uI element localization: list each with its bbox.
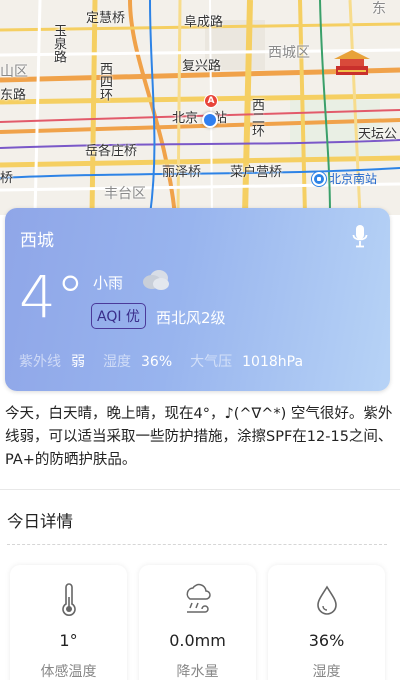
- map-label-dong: 东: [372, 1, 386, 17]
- map-label-tiantan: 天坛公: [358, 127, 398, 142]
- current-location-dot[interactable]: [202, 112, 218, 128]
- gate-icon: [334, 50, 370, 75]
- map-label-dingdu-qiao: 定慧桥: [86, 11, 126, 26]
- map-label-yuquan-lu: 玉泉路: [51, 24, 66, 63]
- uv-value: 弱: [71, 354, 85, 370]
- weather-card[interactable]: 西城 4° 小雨 AQI 优 西北风2级 紫外线弱 湿度 36% 大气压 1018h…: [5, 208, 390, 391]
- precipitation-value: 0.0mm: [169, 631, 226, 650]
- map-station-label: 北京南站: [329, 172, 378, 186]
- weather-stats-row: 紫外线弱 湿度 36% 大气压 1018hPa: [19, 351, 303, 371]
- precipitation-label: 降水量: [176, 664, 219, 680]
- pressure-stat: 大气压 1018hPa: [190, 351, 303, 371]
- cloud-icon: [143, 270, 169, 290]
- map-label-yuegezhuang-qiao: 岳各庄桥: [85, 144, 138, 159]
- humidity-value: 36%: [141, 354, 173, 370]
- pressure-value: 1018hPa: [242, 354, 304, 370]
- map-label-dong-lu: 东路: [0, 88, 27, 103]
- feels-like-label: 体感温度: [40, 664, 97, 680]
- map-view[interactable]: 定慧桥 阜成路 东 玉泉路 西四环 西城区 山区 复兴路 东路 西二环 北京 站…: [0, 0, 400, 215]
- humidity-label: 湿度: [103, 354, 131, 370]
- map-label-shan-qu: 山区: [0, 64, 28, 80]
- map-label-fuxing-lu: 复兴路: [182, 59, 222, 74]
- map-label-lize-qiao: 丽泽桥: [162, 165, 202, 180]
- section-divider: [0, 489, 400, 490]
- pressure-label: 大气压: [190, 354, 233, 370]
- humidity-tile-value: 36%: [308, 631, 345, 650]
- humidity-tile[interactable]: 36% 湿度: [268, 565, 385, 680]
- current-temperature: 4°: [19, 263, 85, 331]
- map-label-xicheng-qu: 西城区: [268, 45, 310, 61]
- location-pin-a[interactable]: A: [204, 94, 218, 108]
- map-label-xierhuan: 西二环: [249, 98, 264, 137]
- details-title: 今日详情: [7, 512, 73, 531]
- details-tiles: 1° 体感温度 0.0mm 降水量 36% 湿度: [10, 565, 390, 680]
- uv-stat: 紫外线弱: [19, 351, 85, 371]
- wind-info: 西北风2级: [156, 309, 226, 327]
- weather-summary: 今天，白天晴，晚上晴，现在4°，♪(^∇^*) 空气很好。紫外线弱，可以适当采取…: [5, 406, 393, 468]
- rain-wind-icon: [186, 583, 211, 613]
- map-label-caihuying-qiao: 菜户营桥: [230, 165, 283, 180]
- map-label-fucheng-lu: 阜成路: [184, 15, 224, 30]
- uv-label: 紫外线: [19, 354, 61, 370]
- precipitation-tile[interactable]: 0.0mm 降水量: [139, 565, 256, 680]
- city-name[interactable]: 西城: [20, 226, 54, 251]
- aqi-badge[interactable]: AQI 优: [91, 303, 146, 329]
- map-label-fengtai-qu: 丰台区: [104, 186, 146, 202]
- weather-screen: 定慧桥 阜成路 东 玉泉路 西四环 西城区 山区 复兴路 东路 西二环 北京 站…: [0, 0, 400, 680]
- map-label-beijing: 北京: [172, 111, 199, 126]
- feels-like-value: 1°: [59, 631, 78, 650]
- map-label-xisihuan: 西四环: [97, 62, 112, 101]
- dashed-divider: [7, 544, 387, 545]
- water-drop-icon: [316, 585, 337, 615]
- map-station-beijing-south[interactable]: 北京南站: [312, 170, 377, 187]
- humidity-tile-label: 湿度: [312, 664, 341, 680]
- metro-station-icon: [312, 171, 326, 186]
- feels-like-tile[interactable]: 1° 体感温度: [10, 565, 127, 680]
- weather-condition: 小雨: [93, 274, 124, 292]
- microphone-icon[interactable]: [352, 224, 368, 248]
- thermometer-icon: [61, 583, 76, 616]
- humidity-stat: 湿度 36%: [103, 351, 172, 371]
- map-label-qiao: 桥: [0, 171, 14, 186]
